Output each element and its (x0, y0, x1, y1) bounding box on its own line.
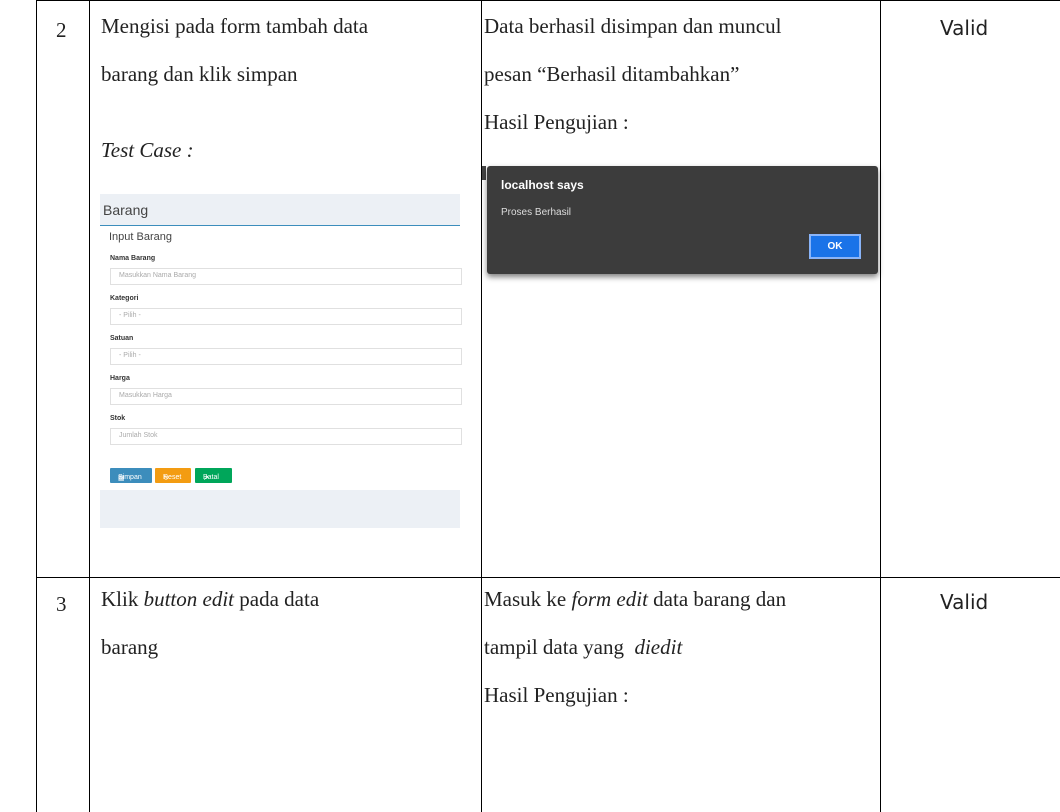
scenario-text: Mengisi pada form tambah data (101, 14, 369, 38)
col-divider (481, 0, 482, 812)
scenario-text: barang dan klik simpan (101, 62, 298, 86)
scenario-text: Klik button edit pada data (101, 587, 320, 611)
nama-barang-input[interactable]: Masukkan Nama Barang (110, 268, 462, 285)
kategori-select[interactable]: - Pilih - (110, 308, 462, 325)
table-row-divider (36, 577, 1060, 578)
dialog-message: Proses Berhasil (501, 207, 572, 218)
expected-text: Data berhasil disimpan dan muncul (484, 14, 782, 38)
expected-text: Masuk ke form edit data barang dan (484, 587, 787, 611)
dialog-edge (482, 166, 486, 180)
result-label: Hasil Pengujian : (484, 683, 629, 707)
ok-button[interactable]: OK (809, 234, 861, 259)
test-case-label: Test Case : (101, 138, 194, 162)
col-divider (36, 0, 37, 812)
dialog-title: localhost says (501, 178, 584, 192)
panel-title: Input Barang (109, 231, 172, 243)
simpan-button[interactable]: ▦ Simpan (110, 468, 152, 483)
field-label-harga: Harga (110, 375, 130, 382)
field-label-stok: Stok (110, 415, 126, 422)
expected-text: tampil data yang diedit (484, 635, 683, 659)
field-label-nama-barang: Nama Barang (110, 255, 156, 262)
table-border-top (36, 0, 1060, 1)
row-number: 3 (56, 592, 67, 616)
field-label-kategori: Kategori (110, 295, 139, 302)
satuan-select[interactable]: - Pilih - (110, 348, 462, 365)
form-header: Barang (100, 194, 460, 226)
result-label: Hasil Pengujian : (484, 110, 629, 134)
harga-input[interactable]: Masukkan Harga (110, 388, 462, 405)
col-divider (89, 0, 90, 812)
conclusion-text: Valid (940, 16, 989, 40)
reset-button[interactable]: ↻ Reset (155, 468, 191, 483)
page-title: Barang (103, 202, 149, 218)
scenario-text: barang (101, 635, 159, 659)
expected-text: pesan “Berhasil ditambahkan” (484, 62, 740, 86)
conclusion-text: Valid (940, 590, 989, 614)
stok-input[interactable]: Jumlah Stok (110, 428, 462, 445)
batal-button[interactable]: ↗ Batal (195, 468, 232, 483)
alert-dialog: localhost says Proses Berhasil OK (487, 166, 878, 274)
form-screenshot: Barang Input Barang Nama Barang Masukkan… (100, 194, 462, 528)
field-label-satuan: Satuan (110, 335, 134, 342)
form-panel: Input Barang Nama Barang Masukkan Nama B… (100, 226, 462, 490)
row-number: 2 (56, 18, 67, 42)
col-divider (880, 0, 881, 812)
